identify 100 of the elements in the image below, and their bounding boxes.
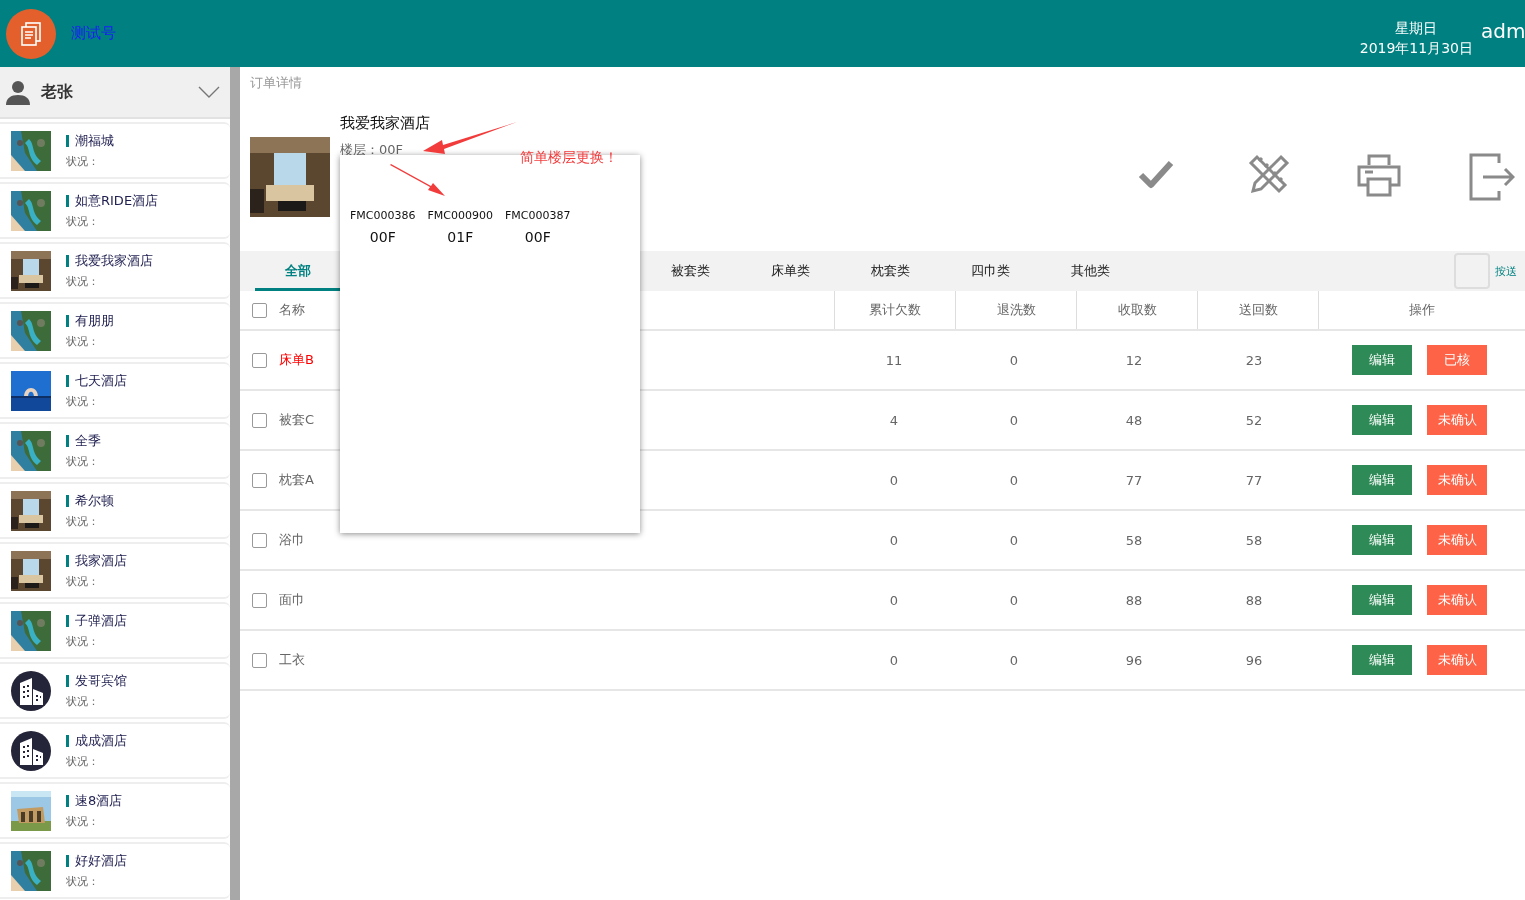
category-tab[interactable]: 其他类 <box>1040 251 1140 291</box>
weekday-label: 星期日 <box>1395 18 1438 38</box>
table-cell-text: 88 <box>1244 591 1264 610</box>
status-label: 状况： <box>66 334 100 349</box>
table-cell-text: 77 <box>1124 471 1144 490</box>
hotel-card[interactable]: 发哥宾馆 状况： <box>0 662 230 719</box>
floor-option[interactable]: FMC000387 00F <box>503 207 573 247</box>
table-cell-text: 工衣 <box>279 651 306 669</box>
column-header: 退洗数 <box>955 291 1076 329</box>
hotel-card[interactable]: 子弹酒店 状况： <box>0 602 230 659</box>
edit-button[interactable]: 编辑 <box>1352 585 1412 615</box>
hotel-card[interactable]: 我家酒店 状况： <box>0 542 230 599</box>
table-cell-text: 11 <box>884 351 904 370</box>
arrow <box>390 164 445 196</box>
status-label: 状况： <box>66 634 100 649</box>
category-tab[interactable]: 四巾类 <box>940 251 1040 291</box>
floor-value: 00F <box>369 229 396 245</box>
floor-option[interactable]: FMC000386 00F <box>348 207 418 247</box>
status-label: 状况： <box>66 214 100 229</box>
edit-button[interactable]: 编辑 <box>1352 645 1412 675</box>
hotel-card[interactable]: 速8酒店 状况： <box>0 782 230 839</box>
annotation-text: 简单楼层更换！ <box>520 149 618 167</box>
accent-bar <box>66 795 69 807</box>
hotel-card[interactable]: 成成酒店 状况： <box>0 722 230 779</box>
column-header: 名称 <box>279 301 306 319</box>
accent-bar <box>66 555 69 567</box>
table-cell-text: 58 <box>1244 531 1264 550</box>
table-cell-text: 床单B <box>279 351 315 369</box>
checkbox[interactable] <box>252 592 267 608</box>
edit-button[interactable]: 编辑 <box>1352 345 1412 375</box>
floor-value: 00F <box>524 229 551 245</box>
table-cell-text: 0 <box>888 531 900 550</box>
building-icon <box>11 730 51 771</box>
hotel-name: 我家酒店 <box>75 552 127 570</box>
table-cell-text: 4 <box>888 411 900 430</box>
hotel-name: 如意RIDE酒店 <box>75 192 159 210</box>
checkbox[interactable] <box>252 532 267 548</box>
status-label: 状况： <box>66 754 100 769</box>
table-cell-text: 0 <box>1008 471 1020 490</box>
edit-button[interactable]: 编辑 <box>1352 465 1412 495</box>
hotel-card[interactable]: 好好酒店 状况： <box>0 842 230 899</box>
status-label: 状况： <box>66 574 100 589</box>
hotel-card[interactable]: 七天酒店 状况： <box>0 362 230 419</box>
user-name: adm <box>1481 18 1525 43</box>
chevron-down-icon[interactable] <box>198 86 220 98</box>
table-cell-text: 枕套A <box>279 471 315 489</box>
table-cell-text: 96 <box>1244 651 1264 670</box>
hotel-name: 成成酒店 <box>75 732 127 750</box>
hotel-name: 潮福城 <box>75 132 114 150</box>
device-code: FMC000900 <box>427 209 493 222</box>
building-icon <box>11 670 51 711</box>
table-cell-text: 被套C <box>279 411 316 429</box>
device-code: FMC000386 <box>350 209 416 222</box>
category-tab[interactable]: 枕套类 <box>840 251 940 291</box>
hotel-card[interactable]: 如意RIDE酒店 状况： <box>0 182 230 239</box>
edit-button[interactable]: 编辑 <box>1352 525 1412 555</box>
hotel-name: 速8酒店 <box>75 792 123 810</box>
column-header: 操作 <box>1318 291 1525 329</box>
accent-bar <box>66 435 69 447</box>
table-cell-text: 面巾 <box>279 591 306 609</box>
floor-label[interactable]: 楼层：00F <box>340 141 430 159</box>
checkbox[interactable] <box>252 352 267 368</box>
hotel-name: 七天酒店 <box>75 372 127 390</box>
table-cell-text: 0 <box>888 651 900 670</box>
floor-option[interactable]: FMC000900 01F <box>425 207 495 247</box>
checkbox[interactable] <box>252 302 267 318</box>
accent-bar <box>66 675 69 687</box>
accent-bar <box>66 855 69 867</box>
table-cell-text: 88 <box>1124 591 1144 610</box>
hotel-card[interactable]: 我爱我家酒店 状况： <box>0 242 230 299</box>
checkbox[interactable] <box>252 652 267 668</box>
hotel-card[interactable]: 全季 状况： <box>0 422 230 479</box>
status-label: 状况： <box>66 454 100 469</box>
floor-value: 01F <box>447 229 474 245</box>
scrollbar[interactable] <box>230 67 240 900</box>
accent-bar <box>66 495 69 507</box>
status-label: 状况： <box>66 514 100 529</box>
table-cell-text: 0 <box>1008 351 1020 370</box>
hotel-name: 我爱我家酒店 <box>340 114 430 133</box>
table-cell-text: 52 <box>1244 411 1264 430</box>
category-tab[interactable]: 床单类 <box>740 251 840 291</box>
hotel-card[interactable]: 希尔顿 状况： <box>0 482 230 539</box>
checkbox[interactable] <box>252 472 267 488</box>
filter-label[interactable]: 按送 <box>1495 263 1525 279</box>
table-cell-text: 48 <box>1124 411 1144 430</box>
category-tab[interactable]: 被套类 <box>640 251 740 291</box>
hotel-name: 希尔顿 <box>75 492 114 510</box>
user-header[interactable]: 老张 <box>0 67 230 119</box>
hotel-card[interactable]: 有朋朋 状况： <box>0 302 230 359</box>
status-label: 状况： <box>66 814 100 829</box>
device-code: FMC000387 <box>505 209 571 222</box>
checkbox[interactable] <box>252 412 267 428</box>
table-cell-text: 0 <box>1008 591 1020 610</box>
status-label: 状况： <box>66 694 100 709</box>
hotel-name: 子弹酒店 <box>75 612 127 630</box>
status-label: 状况： <box>66 394 100 409</box>
logo-icon <box>6 8 56 59</box>
hotel-card[interactable]: 潮福城 状况： <box>0 122 230 179</box>
table-cell-text: 77 <box>1244 471 1264 490</box>
edit-button[interactable]: 编辑 <box>1352 405 1412 435</box>
